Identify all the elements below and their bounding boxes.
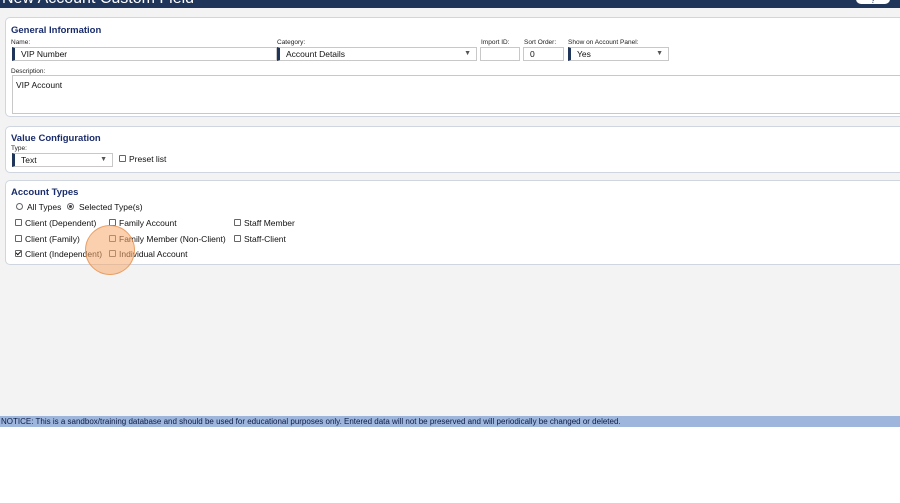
description-label: Description: xyxy=(11,68,46,75)
family-member-non-client-label: Family Member (Non-Client) xyxy=(119,234,226,244)
staff-member-label: Staff Member xyxy=(244,218,295,228)
sandbox-notice: NOTICE: This is a sandbox/training datab… xyxy=(0,416,900,427)
preset-list-label: Preset list xyxy=(129,154,167,164)
description-textarea[interactable]: VIP Account xyxy=(12,75,900,114)
type-label: Type: xyxy=(11,145,27,152)
window-titlebar: New Account Custom Field ? xyxy=(0,0,900,8)
individual-account-checkbox[interactable] xyxy=(109,250,116,257)
client-dependent-checkbox[interactable] xyxy=(15,219,22,226)
chevron-down-icon: ▼ xyxy=(464,50,471,57)
client-family-checkbox[interactable] xyxy=(15,235,22,242)
category-select-value: Account Details xyxy=(286,49,346,59)
account-types-panel: Account Types All Types Selected Type(s)… xyxy=(5,180,900,265)
client-independent-checkbox[interactable] xyxy=(15,250,22,257)
window-title: New Account Custom Field xyxy=(2,0,194,8)
footer-area xyxy=(0,427,900,503)
name-label: Name: xyxy=(11,39,31,46)
general-information-panel: General Information Name: VIP Number Cat… xyxy=(5,17,900,117)
chevron-down-icon: ▼ xyxy=(656,50,663,57)
all-types-radio[interactable] xyxy=(16,203,23,210)
name-input[interactable]: VIP Number xyxy=(12,47,277,61)
client-family-label: Client (Family) xyxy=(25,234,80,244)
show-on-account-panel-value: Yes xyxy=(577,49,591,59)
selected-types-label: Selected Type(s) xyxy=(79,202,143,212)
account-types-heading: Account Types xyxy=(11,187,79,198)
family-account-checkbox[interactable] xyxy=(109,219,116,226)
staff-client-checkbox[interactable] xyxy=(234,235,241,242)
import-id-label: Import ID: xyxy=(481,39,510,46)
selected-types-radio[interactable] xyxy=(67,203,74,210)
help-button[interactable]: ? xyxy=(856,0,890,5)
type-select-value: Text xyxy=(21,155,37,165)
staff-client-label: Staff-Client xyxy=(244,234,286,244)
preset-list-checkbox[interactable] xyxy=(119,155,126,162)
all-types-label: All Types xyxy=(27,202,62,212)
category-select[interactable]: Account Details ▼ xyxy=(277,47,477,61)
family-member-non-client-checkbox[interactable] xyxy=(109,235,116,242)
client-independent-label: Client (Independent) xyxy=(25,249,103,259)
individual-account-label: Individual Account xyxy=(119,249,188,259)
value-configuration-heading: Value Configuration xyxy=(11,133,101,144)
family-account-label: Family Account xyxy=(119,218,177,228)
value-configuration-panel: Value Configuration Type: Text ▼ Preset … xyxy=(5,126,900,173)
staff-member-checkbox[interactable] xyxy=(234,219,241,226)
show-on-account-panel-select[interactable]: Yes ▼ xyxy=(568,47,669,61)
show-on-account-panel-label: Show on Account Panel: xyxy=(568,39,639,46)
sort-order-label: Sort Order: xyxy=(524,39,557,46)
chevron-down-icon: ▼ xyxy=(100,156,107,163)
type-select[interactable]: Text ▼ xyxy=(12,153,113,167)
category-label: Category: xyxy=(277,39,306,46)
sort-order-input[interactable]: 0 xyxy=(523,47,564,61)
general-information-heading: General Information xyxy=(11,25,102,36)
import-id-input[interactable] xyxy=(480,47,520,61)
client-dependent-label: Client (Dependent) xyxy=(25,218,97,228)
